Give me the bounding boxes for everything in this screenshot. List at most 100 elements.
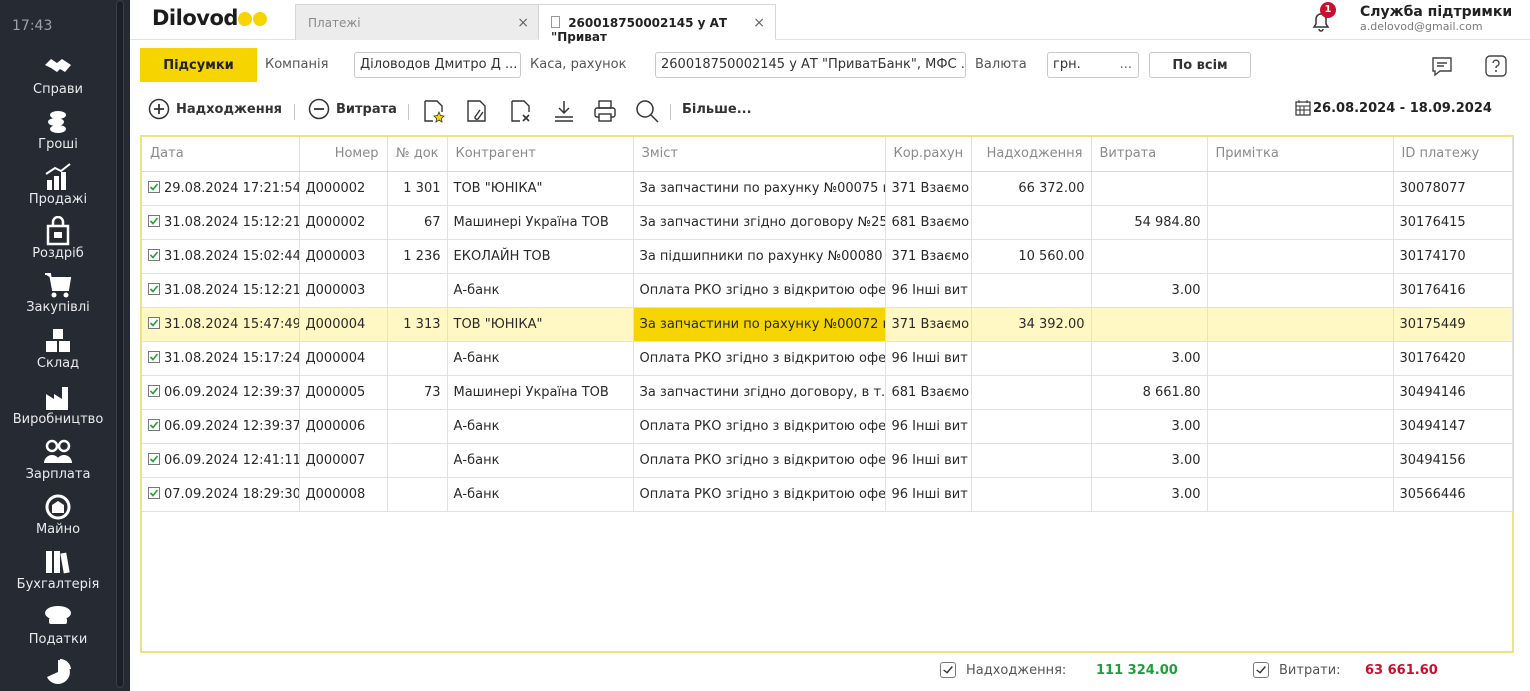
cell-income[interactable] bbox=[971, 477, 1092, 512]
cell-id[interactable]: 30176420 bbox=[1393, 341, 1513, 376]
table-row[interactable]: 06.09.2024 12:39:37 Д000006 А-банк Оплата Р… bbox=[142, 409, 1513, 444]
expense-button[interactable]: Витрата bbox=[336, 102, 397, 128]
cell-party[interactable]: Машинері Україна ТОВ bbox=[447, 205, 634, 240]
income-total-checkbox[interactable] bbox=[940, 662, 956, 678]
cell-expense[interactable] bbox=[1091, 171, 1208, 206]
cell-note[interactable] bbox=[1207, 477, 1394, 512]
sidebar-item-salary[interactable]: Зарплата bbox=[0, 437, 116, 493]
cell-party[interactable]: ТОВ "ЮНІКА" bbox=[447, 171, 634, 206]
cell-note[interactable] bbox=[1207, 341, 1394, 376]
cell-number[interactable]: Д000004 bbox=[299, 307, 388, 342]
cell-account[interactable]: 96 Інші вит bbox=[885, 477, 972, 512]
cell-id[interactable]: 30174170 bbox=[1393, 239, 1513, 274]
cell-note[interactable] bbox=[1207, 307, 1394, 342]
cell-number[interactable]: Д000002 bbox=[299, 205, 388, 240]
cell-number[interactable]: Д000003 bbox=[299, 239, 388, 274]
cell-doc[interactable] bbox=[387, 409, 448, 444]
cell-id[interactable]: 30176416 bbox=[1393, 273, 1513, 308]
cell-date[interactable]: 31.08.2024 15:17:24 bbox=[142, 341, 300, 376]
cell-content[interactable]: Оплата РКО згідно з відкритою офер bbox=[633, 341, 886, 376]
cell-account[interactable]: 96 Інші вит bbox=[885, 443, 972, 478]
cell-content[interactable]: Оплата РКО згідно з відкритою офер bbox=[633, 443, 886, 478]
cell-content[interactable]: За підшипники по рахунку №00080 bbox=[633, 239, 886, 274]
sidebar-item-sales[interactable]: Продажі bbox=[0, 162, 116, 218]
cell-expense[interactable]: 3.00 bbox=[1091, 341, 1208, 376]
cell-number[interactable]: Д000004 bbox=[299, 341, 388, 376]
cell-doc[interactable] bbox=[387, 443, 448, 478]
cell-account[interactable]: 681 Взаємо bbox=[885, 205, 972, 240]
summary-button[interactable]: Підсумки bbox=[140, 48, 257, 82]
cell-date[interactable]: 06.09.2024 12:39:37 bbox=[142, 375, 300, 410]
cell-income[interactable] bbox=[971, 273, 1092, 308]
table-row[interactable]: 31.08.2024 15:17:24 Д000004 А-банк Оплата Р… bbox=[142, 341, 1513, 376]
cell-number[interactable]: Д000005 bbox=[299, 375, 388, 410]
cell-content[interactable]: За запчастини по рахунку №00075 в bbox=[633, 171, 886, 206]
column-header-doc[interactable]: № док bbox=[387, 137, 448, 172]
chat-icon[interactable] bbox=[1430, 54, 1454, 78]
sidebar-item-retail[interactable]: Роздріб bbox=[0, 216, 116, 272]
cell-income[interactable] bbox=[971, 341, 1092, 376]
cell-expense[interactable]: 3.00 bbox=[1091, 477, 1208, 512]
table-row[interactable]: 06.09.2024 12:41:11 Д000007 А-банк Оплата Р… bbox=[142, 443, 1513, 478]
cell-number[interactable]: Д000002 bbox=[299, 171, 388, 206]
cell-party[interactable]: А-банк bbox=[447, 443, 634, 478]
period-range[interactable]: 26.08.2024 - 18.09.2024 bbox=[1313, 101, 1492, 116]
column-header-id[interactable]: ID платежу bbox=[1393, 137, 1513, 172]
cell-doc[interactable]: 1 313 bbox=[387, 307, 448, 342]
cell-income[interactable] bbox=[971, 205, 1092, 240]
cell-doc[interactable] bbox=[387, 341, 448, 376]
plus-circle-icon[interactable] bbox=[148, 98, 170, 120]
cell-expense[interactable] bbox=[1091, 239, 1208, 274]
cell-note[interactable] bbox=[1207, 273, 1394, 308]
all-accounts-button[interactable]: По всім bbox=[1149, 52, 1251, 78]
sidebar-item-accounting[interactable]: Бухгалтерія bbox=[0, 547, 116, 603]
cell-expense[interactable]: 3.00 bbox=[1091, 409, 1208, 444]
currency-field[interactable]: грн. ... bbox=[1047, 52, 1139, 78]
cell-account[interactable]: 96 Інші вит bbox=[885, 273, 972, 308]
delete-document-icon[interactable] bbox=[508, 98, 534, 124]
column-header-number[interactable]: Номер bbox=[299, 137, 388, 172]
cell-account[interactable]: 371 Взаємо bbox=[885, 171, 972, 206]
cell-note[interactable] bbox=[1207, 205, 1394, 240]
column-header-date[interactable]: Дата bbox=[142, 137, 300, 172]
cell-date[interactable]: 07.09.2024 18:29:30 bbox=[142, 477, 300, 512]
column-header-account[interactable]: Кор.рахун bbox=[885, 137, 972, 172]
cell-expense[interactable] bbox=[1091, 307, 1208, 342]
search-icon[interactable] bbox=[634, 98, 660, 124]
cell-number[interactable]: Д000007 bbox=[299, 443, 388, 478]
cell-account[interactable]: 681 Взаємо bbox=[885, 375, 972, 410]
cell-date[interactable]: 31.08.2024 15:12:21 bbox=[142, 205, 300, 240]
currency-select-button[interactable]: ... bbox=[1120, 57, 1132, 72]
sidebar-item-affairs[interactable]: Справи bbox=[0, 52, 116, 108]
cell-doc[interactable]: 1 236 bbox=[387, 239, 448, 274]
sidebar-item-taxes[interactable]: Податки bbox=[0, 602, 116, 658]
cell-expense[interactable]: 3.00 bbox=[1091, 273, 1208, 308]
cell-expense[interactable]: 8 661.80 bbox=[1091, 375, 1208, 410]
cell-party[interactable]: А-банк bbox=[447, 477, 634, 512]
close-icon[interactable]: × bbox=[753, 15, 765, 31]
attach-document-icon[interactable] bbox=[464, 98, 490, 124]
cell-account[interactable]: 371 Взаємо bbox=[885, 307, 972, 342]
cell-account[interactable]: 96 Інші вит bbox=[885, 341, 972, 376]
cell-note[interactable] bbox=[1207, 239, 1394, 274]
cell-expense[interactable]: 54 984.80 bbox=[1091, 205, 1208, 240]
help-icon[interactable] bbox=[1484, 54, 1508, 78]
cell-account[interactable]: 371 Взаємо bbox=[885, 239, 972, 274]
sidebar-item-money[interactable]: Гроші bbox=[0, 107, 116, 163]
cell-id[interactable]: 30494156 bbox=[1393, 443, 1513, 478]
column-header-party[interactable]: Контрагент bbox=[447, 137, 634, 172]
cell-number[interactable]: Д000006 bbox=[299, 409, 388, 444]
cell-content[interactable]: Оплата РКО згідно з відкритою офер bbox=[633, 477, 886, 512]
cell-id[interactable]: 30566446 bbox=[1393, 477, 1513, 512]
cell-id[interactable]: 30494146 bbox=[1393, 375, 1513, 410]
sidebar-item-property[interactable]: Майно bbox=[0, 492, 116, 548]
document-star-icon[interactable] bbox=[421, 98, 447, 124]
tab-payments[interactable]: Платежі × bbox=[295, 4, 540, 40]
cell-date[interactable]: 06.09.2024 12:41:11 bbox=[142, 443, 300, 478]
cell-doc[interactable]: 73 bbox=[387, 375, 448, 410]
cell-party[interactable]: А-банк bbox=[447, 409, 634, 444]
cell-content[interactable]: Оплата РКО згідно з відкритою офер bbox=[633, 273, 886, 308]
account-field[interactable]: 260018750002145 у АТ "ПриватБанк", МФС .… bbox=[655, 52, 966, 78]
cell-expense[interactable]: 3.00 bbox=[1091, 443, 1208, 478]
print-icon[interactable] bbox=[592, 98, 618, 124]
